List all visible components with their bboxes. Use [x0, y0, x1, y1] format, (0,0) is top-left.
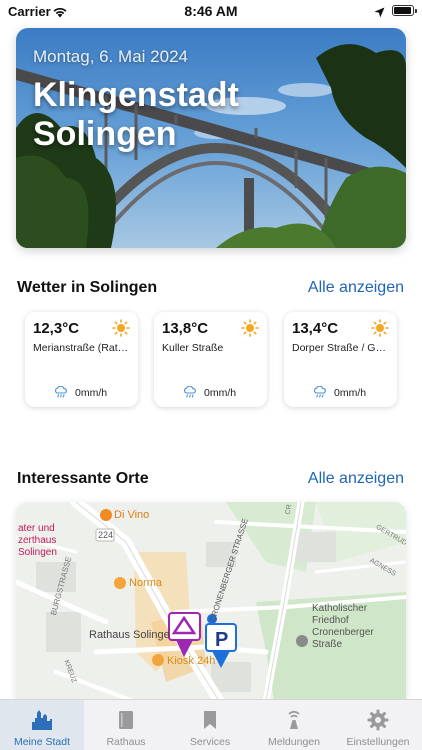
weather-section-title: Wetter in Solingen: [17, 279, 158, 296]
map-label-norma: Norma: [129, 577, 163, 589]
status-bar: Carrier 8:46 AM: [0, 0, 422, 22]
weather-precipitation: 0mm/h: [204, 387, 237, 399]
sun-icon: [371, 319, 389, 337]
map-label-rathaus: Rathaus Solinge: [89, 629, 170, 641]
weather-station-street: Kuller Straße: [162, 342, 224, 354]
rain-cloud-icon: [184, 386, 196, 398]
tab-label: Rathaus: [106, 736, 146, 748]
hero-title-line2: Solingen: [33, 115, 177, 153]
hero-title: Klingenstadt Solingen: [33, 76, 353, 154]
hero-card[interactable]: Montag, 6. Mai 2024 Klingenstadt Solinge…: [16, 28, 406, 248]
gear-icon: [367, 709, 389, 731]
weather-station-street: Dorper Straße / G…: [292, 342, 386, 354]
tab-einstellungen[interactable]: Einstellungen: [336, 700, 422, 750]
rain-cloud-icon: [314, 386, 326, 398]
hero-date: Montag, 6. Mai 2024: [33, 47, 188, 66]
weather-cards: 12,3°C Merianstraße (Rat… 0mm/h 13,8°C K…: [25, 312, 397, 407]
svg-text:P: P: [215, 629, 228, 651]
tab-meine-stadt[interactable]: Meine Stadt: [0, 700, 84, 750]
map-label-road-224: 224: [98, 530, 114, 540]
tab-meldungen[interactable]: Meldungen: [252, 700, 336, 750]
tab-label: Services: [189, 736, 231, 748]
weather-temperature: 12,3°C: [33, 320, 80, 337]
tab-bar: Meine Stadt Rathaus Services Meldungen E…: [0, 699, 422, 750]
rain-cloud-icon: [55, 386, 67, 398]
places-map[interactable]: P ater und zerthaus Solingen Di Vino 224…: [16, 502, 406, 712]
map-label-friedhof: Katholischer Friedhof Cronenberger Straß…: [312, 603, 374, 650]
location-arrow-icon: [374, 5, 385, 23]
map-label-di-vino: Di Vino: [114, 509, 150, 521]
places-show-all-link[interactable]: Alle anzeigen: [308, 470, 404, 488]
antenna-icon: [288, 711, 300, 729]
map-label-theater: ater und zerthaus Solingen: [18, 523, 57, 558]
tab-rathaus[interactable]: Rathaus: [84, 700, 168, 750]
bookmark-icon: [204, 711, 216, 729]
city-icon: [32, 710, 52, 730]
sun-icon: [112, 319, 130, 337]
battery-icon: [392, 5, 417, 16]
map-label-kiosk: Kiosk 24h: [167, 655, 216, 667]
tab-label: Einstellungen: [346, 736, 410, 748]
weather-temperature: 13,4°C: [292, 320, 339, 337]
places-section-title: Interessante Orte: [17, 470, 149, 487]
sun-icon: [241, 319, 259, 337]
weather-card[interactable]: 12,3°C Merianstraße (Rat… 0mm/h: [25, 312, 138, 407]
book-icon: [119, 711, 133, 729]
weather-precipitation: 0mm/h: [75, 387, 108, 399]
tab-services[interactable]: Services: [168, 700, 252, 750]
weather-card[interactable]: 13,4°C Dorper Straße / G… 0mm/h: [284, 312, 397, 407]
weather-temperature: 13,8°C: [162, 320, 209, 337]
weather-precipitation: 0mm/h: [334, 387, 367, 399]
weather-station-street: Merianstraße (Rat…: [33, 342, 129, 354]
status-time: 8:46 AM: [184, 3, 238, 19]
battery-level: [394, 7, 412, 14]
tab-label: Meine Stadt: [13, 736, 71, 748]
weather-card[interactable]: 13,8°C Kuller Straße 0mm/h: [154, 312, 267, 407]
tab-label: Meldungen: [268, 736, 320, 748]
hero-title-line1: Klingenstadt: [33, 76, 239, 114]
weather-show-all-link[interactable]: Alle anzeigen: [308, 279, 404, 297]
